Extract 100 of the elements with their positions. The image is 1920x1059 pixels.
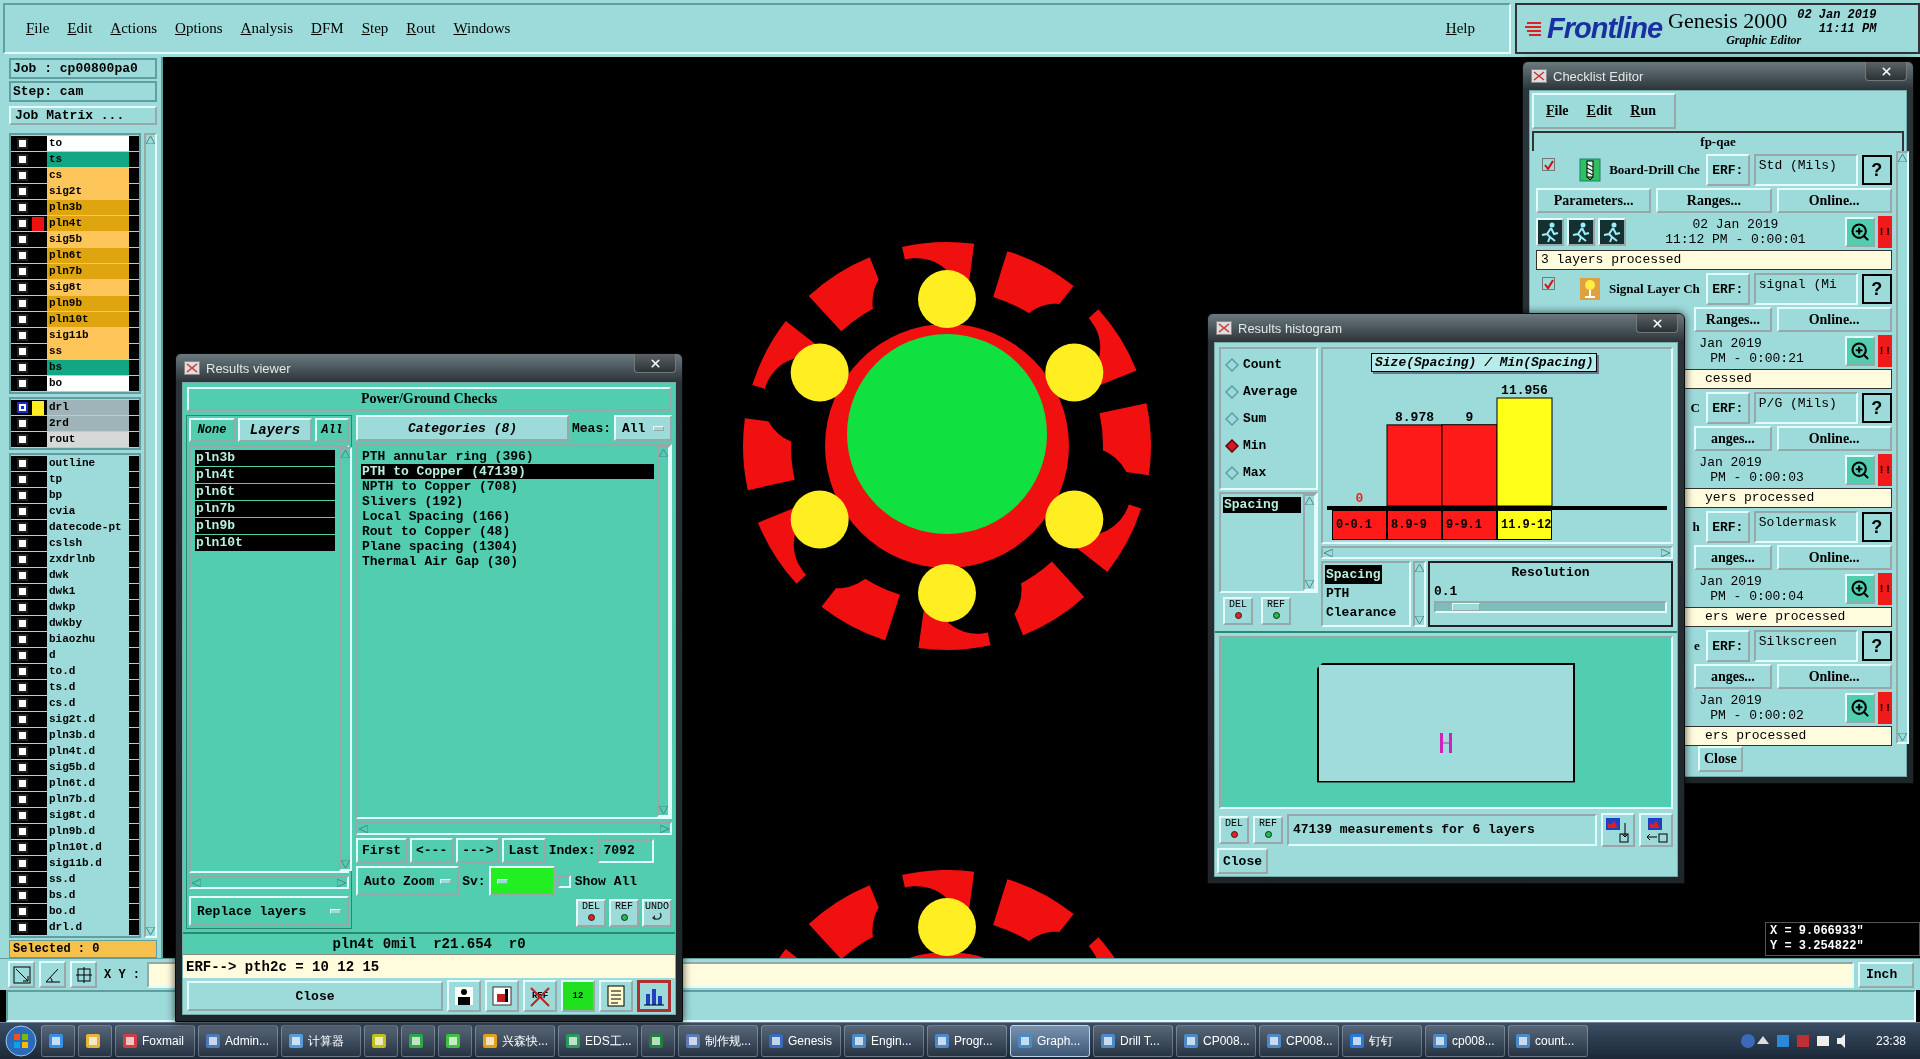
category-list-item[interactable]: Plane spacing (1304) bbox=[361, 539, 654, 554]
check-action-button[interactable]: anges... bbox=[1694, 545, 1772, 570]
layer-name[interactable]: datecode-pt bbox=[47, 520, 129, 535]
layer-checkbox[interactable] bbox=[17, 378, 28, 389]
menu-item[interactable]: Edit bbox=[1586, 103, 1613, 119]
help-button[interactable]: ? bbox=[1861, 512, 1892, 542]
scrollbar[interactable] bbox=[1895, 151, 1909, 744]
layer-name[interactable]: sig11b.d bbox=[47, 856, 129, 871]
taskbar-button[interactable]: CP008... bbox=[1176, 1025, 1256, 1057]
layer-checkbox[interactable] bbox=[17, 826, 28, 837]
layer-checkbox[interactable] bbox=[17, 154, 28, 165]
menu-item[interactable]: Rout bbox=[406, 20, 436, 37]
layer-name[interactable]: biaozhu bbox=[47, 632, 129, 647]
layer-name[interactable]: bs bbox=[47, 360, 129, 375]
erf-button[interactable]: ERF: bbox=[1705, 392, 1750, 424]
taskbar-icon[interactable] bbox=[41, 1025, 75, 1057]
layer-checkbox[interactable] bbox=[17, 474, 28, 485]
taskbar-button[interactable]: 兴森快... bbox=[475, 1025, 555, 1057]
layer-name[interactable]: sig8t bbox=[47, 280, 129, 295]
help-button[interactable]: ? bbox=[1861, 274, 1892, 304]
undo-button[interactable]: UNDO bbox=[642, 899, 672, 927]
meas-dropdown[interactable]: All bbox=[614, 415, 672, 441]
layer-filter-button[interactable]: Layers bbox=[238, 418, 312, 442]
taskbar-icon[interactable] bbox=[401, 1025, 435, 1057]
bin-label[interactable]: 8.9-9 bbox=[1387, 510, 1442, 540]
layer-checkbox[interactable] bbox=[17, 730, 28, 741]
grid-snap-button[interactable] bbox=[70, 961, 97, 988]
menu-item[interactable]: Analysis bbox=[240, 20, 294, 37]
erf-field[interactable]: P/G (Mils) bbox=[1753, 392, 1858, 424]
layer-name[interactable]: dwkp bbox=[47, 600, 129, 615]
bin-label[interactable]: 11.9-12 bbox=[1497, 510, 1552, 540]
layer-checkbox[interactable] bbox=[17, 634, 28, 645]
check-action-button[interactable]: anges... bbox=[1694, 426, 1772, 451]
runner-icon[interactable] bbox=[1567, 217, 1595, 246]
bin-label[interactable]: 0-0.1 bbox=[1332, 510, 1387, 540]
close-button[interactable]: Close bbox=[187, 981, 443, 1011]
layer-checkbox[interactable] bbox=[17, 418, 28, 429]
refresh-button[interactable]: REF bbox=[1261, 597, 1291, 625]
erf-field[interactable]: signal (Mi bbox=[1753, 273, 1858, 305]
scrollbar[interactable] bbox=[1303, 494, 1316, 591]
taskbar-button[interactable]: Drill T... bbox=[1093, 1025, 1173, 1057]
layer-checkbox[interactable] bbox=[17, 682, 28, 693]
scrollbar[interactable] bbox=[189, 876, 349, 889]
layer-checkbox[interactable] bbox=[17, 314, 28, 325]
menu-item[interactable]: Step bbox=[361, 20, 389, 37]
layer-checkbox[interactable] bbox=[17, 202, 28, 213]
taskbar-button[interactable]: Genesis bbox=[761, 1025, 841, 1057]
page-number-button[interactable]: 12 bbox=[561, 980, 595, 1012]
layer-checkbox[interactable] bbox=[17, 922, 28, 933]
bin-label[interactable]: 9-9.1 bbox=[1442, 510, 1497, 540]
resolution-slider[interactable] bbox=[1434, 601, 1667, 613]
layer-checkbox[interactable] bbox=[17, 170, 28, 181]
taskbar-button[interactable]: EDS工... bbox=[558, 1025, 638, 1057]
layer-checkbox[interactable] bbox=[17, 890, 28, 901]
layer-name[interactable]: sig11b bbox=[47, 328, 129, 343]
layer-checkbox[interactable] bbox=[17, 218, 28, 229]
category-list-item[interactable]: PTH to Copper (47139) bbox=[361, 464, 654, 479]
layer-name[interactable]: dwkby bbox=[47, 616, 129, 631]
categories-button[interactable]: Categories (8) bbox=[356, 415, 569, 441]
layer-checkbox[interactable] bbox=[17, 490, 28, 501]
layer-checkbox[interactable] bbox=[17, 506, 28, 517]
close-button[interactable] bbox=[634, 354, 676, 373]
radio-diamond[interactable] bbox=[1225, 384, 1239, 399]
erf-field[interactable]: Std (Mils) bbox=[1753, 154, 1858, 186]
layer-checkbox[interactable] bbox=[17, 186, 28, 197]
check-action-button[interactable]: Online... bbox=[1776, 545, 1892, 570]
erf-field[interactable]: Soldermask bbox=[1753, 511, 1858, 543]
check-action-button[interactable]: Online... bbox=[1776, 188, 1892, 213]
layer-checkbox[interactable] bbox=[17, 794, 28, 805]
zoom-box-button[interactable] bbox=[8, 961, 35, 988]
histogram-bar[interactable] bbox=[1496, 397, 1553, 507]
layer-checkbox[interactable] bbox=[17, 778, 28, 789]
scrollbar[interactable] bbox=[1321, 546, 1673, 559]
type-list-item[interactable]: Clearance bbox=[1325, 603, 1398, 622]
layer-checkbox[interactable] bbox=[17, 746, 28, 757]
help-button[interactable]: ? bbox=[1861, 631, 1892, 661]
erf-button[interactable]: ERF: bbox=[1705, 154, 1750, 186]
layer-name[interactable]: bp bbox=[47, 488, 129, 503]
taskbar-button[interactable]: 计算器 bbox=[281, 1025, 361, 1057]
marker-button[interactable] bbox=[485, 980, 519, 1012]
taskbar-button[interactable]: 钉钉 bbox=[1342, 1025, 1422, 1057]
navigation-button[interactable]: <--- bbox=[410, 838, 454, 863]
zoom-in-button[interactable] bbox=[1844, 573, 1875, 604]
taskbar-button[interactable]: CP008... bbox=[1259, 1025, 1339, 1057]
layer-checkbox[interactable] bbox=[17, 362, 28, 373]
layer-checkbox[interactable] bbox=[17, 458, 28, 469]
index-field[interactable]: 7092 bbox=[598, 838, 655, 863]
layer-name[interactable]: dwk bbox=[47, 568, 129, 583]
check-action-button[interactable]: Online... bbox=[1776, 307, 1892, 332]
taskbar-button[interactable]: 制作规... bbox=[678, 1025, 758, 1057]
navigation-button[interactable]: First bbox=[356, 838, 407, 863]
taskbar-button[interactable]: count... bbox=[1508, 1025, 1588, 1057]
layer-checkbox[interactable] bbox=[17, 874, 28, 885]
layer-filter-button[interactable]: All bbox=[315, 418, 349, 442]
layer-name[interactable]: pln3b bbox=[47, 200, 129, 215]
zoom-in-button[interactable] bbox=[1844, 216, 1875, 247]
taskbar-button[interactable]: Progr... bbox=[927, 1025, 1007, 1057]
menu-item[interactable]: Actions bbox=[110, 20, 158, 37]
layer-checkbox[interactable] bbox=[17, 618, 28, 629]
layer-name[interactable]: pln7b.d bbox=[47, 792, 129, 807]
